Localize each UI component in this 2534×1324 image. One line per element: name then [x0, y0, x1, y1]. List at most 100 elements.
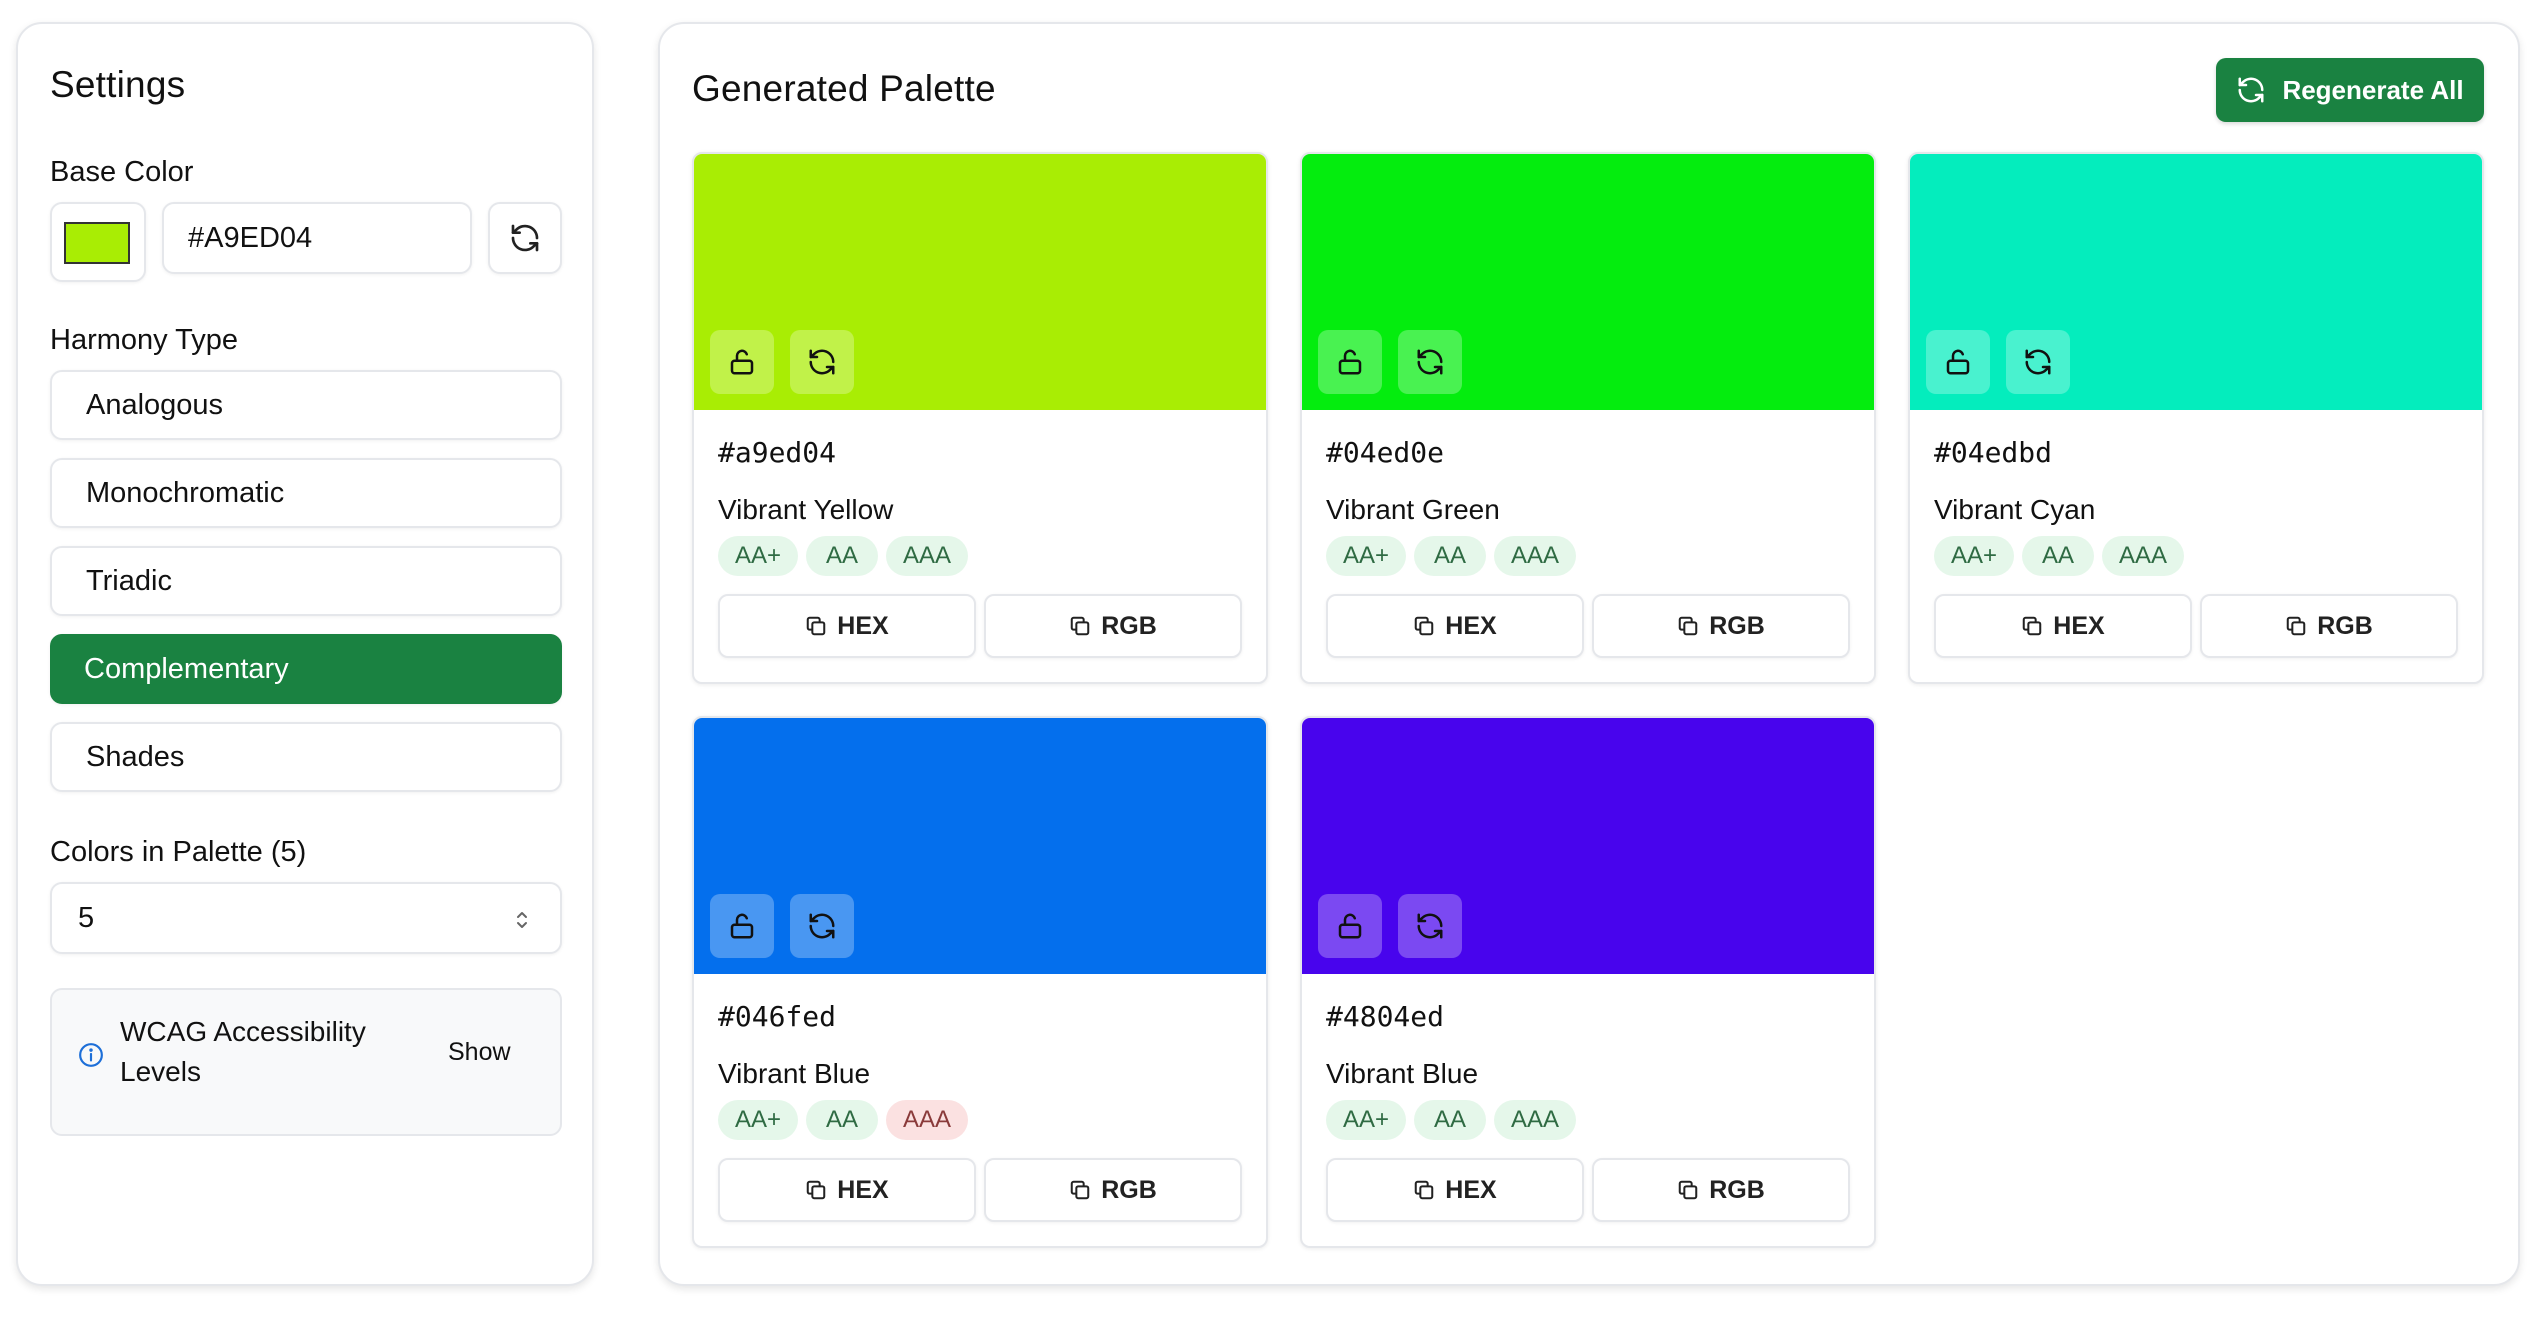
wcag-show-toggle[interactable]: Show	[448, 1038, 511, 1067]
copy-hex-label: HEX	[837, 611, 889, 640]
harmony-option-complementary[interactable]: Complementary	[50, 634, 562, 704]
copy-rgb-label: RGB	[1101, 1175, 1157, 1204]
lock-color-button[interactable]	[1926, 330, 1990, 394]
refresh-icon	[1417, 349, 1443, 375]
harmony-option-monochromatic[interactable]: Monochromatic	[50, 458, 562, 528]
wcag-badge: AA	[1414, 1100, 1486, 1140]
harmony-type-label: Harmony Type	[50, 324, 239, 356]
palette-card: #046fed Vibrant Blue AA+ AA AAA HEX RGB	[692, 716, 1268, 1248]
swatch-color	[64, 222, 130, 264]
base-color-swatch[interactable]	[50, 202, 146, 282]
lock-color-button[interactable]	[710, 330, 774, 394]
refresh-icon	[809, 349, 835, 375]
harmony-option-label: Analogous	[86, 388, 224, 421]
wcag-badge: AA	[1414, 536, 1486, 576]
copy-icon	[807, 616, 826, 636]
copy-hex-button[interactable]: HEX	[1326, 1158, 1584, 1222]
copy-hex-button[interactable]: HEX	[718, 1158, 976, 1222]
regenerate-color-button[interactable]	[1398, 894, 1462, 958]
copy-icon	[1678, 616, 1698, 636]
palette-card: #a9ed04 Vibrant Yellow AA+ AA AAA HEX RG…	[692, 152, 1268, 684]
harmony-option-shades[interactable]: Shades	[50, 722, 562, 792]
wcag-badge: AA+	[1326, 536, 1406, 576]
copy-icon	[1070, 1180, 1090, 1200]
regenerate-color-button[interactable]	[2006, 330, 2070, 394]
color-swatch[interactable]	[694, 718, 1266, 974]
color-swatch[interactable]	[694, 154, 1266, 410]
regenerate-all-label: Regenerate All	[2282, 74, 2464, 105]
wcag-badge: AA+	[718, 536, 798, 576]
unlock-icon	[1338, 349, 1362, 375]
harmony-option-label: Shades	[86, 740, 185, 773]
copy-icon	[2286, 616, 2306, 636]
color-name: Vibrant Blue	[718, 1058, 871, 1089]
unlock-icon	[730, 349, 754, 375]
palette-count-label: Colors in Palette (5)	[50, 836, 307, 868]
harmony-option-label: Monochromatic	[86, 476, 285, 509]
copy-icon	[1678, 1180, 1698, 1200]
color-hex-code: #a9ed04	[718, 436, 837, 469]
palette-card: #04ed0e Vibrant Green AA+ AA AAA HEX RGB	[1300, 152, 1876, 684]
harmony-option-triadic[interactable]: Triadic	[50, 546, 562, 616]
wcag-badge: AA+	[1934, 536, 2014, 576]
wcag-badge: AAA	[1494, 536, 1576, 576]
refresh-icon	[511, 224, 539, 252]
wcag-badge: AA	[806, 536, 878, 576]
wcag-badge: AA+	[1326, 1100, 1406, 1140]
lock-color-button[interactable]	[1318, 330, 1382, 394]
lock-color-button[interactable]	[710, 894, 774, 958]
color-hex-code: #04edbd	[1934, 436, 2053, 469]
copy-hex-label: HEX	[1445, 1175, 1497, 1204]
copy-icon	[2023, 616, 2042, 636]
base-color-hex-value: #A9ED04	[188, 221, 313, 254]
wcag-accessibility-section: WCAG Accessibility Levels Show	[50, 988, 562, 1136]
refresh-icon	[809, 913, 835, 939]
copy-rgb-button[interactable]: RGB	[984, 1158, 1242, 1222]
palette-card: #04edbd Vibrant Cyan AA+ AA AAA HEX RGB	[1908, 152, 2484, 684]
color-name: Vibrant Cyan	[1934, 494, 2096, 525]
copy-rgb-button[interactable]: RGB	[1592, 594, 1850, 658]
color-swatch[interactable]	[1910, 154, 2482, 410]
refresh-icon	[1417, 913, 1443, 939]
color-swatch[interactable]	[1302, 154, 1874, 410]
copy-hex-button[interactable]: HEX	[1934, 594, 2192, 658]
palette-card: #4804ed Vibrant Blue AA+ AA AAA HEX RGB	[1300, 716, 1876, 1248]
copy-icon	[1415, 616, 1434, 636]
wcag-label: WCAG Accessibility Levels	[120, 1016, 366, 1087]
copy-rgb-button[interactable]: RGB	[984, 594, 1242, 658]
color-hex-code: #4804ed	[1326, 1000, 1445, 1033]
chevron-updown-icon	[517, 912, 527, 928]
copy-hex-label: HEX	[2053, 611, 2105, 640]
base-color-hex-input[interactable]: #A9ED04	[162, 202, 472, 274]
palette-count-select[interactable]: 5	[50, 882, 562, 954]
regenerate-color-button[interactable]	[790, 894, 854, 958]
regenerate-color-button[interactable]	[1398, 330, 1462, 394]
copy-icon	[1070, 616, 1090, 636]
base-color-label: Base Color	[50, 156, 194, 188]
refresh-icon	[2238, 77, 2264, 103]
randomize-base-color-button[interactable]	[488, 202, 562, 274]
settings-panel: Settings Base Color #A9ED04 Harmony Type…	[16, 22, 594, 1286]
lock-color-button[interactable]	[1318, 894, 1382, 958]
wcag-badge: AAA	[2102, 536, 2184, 576]
color-swatch[interactable]	[1302, 718, 1874, 974]
color-hex-code: #04ed0e	[1326, 436, 1445, 469]
color-name: Vibrant Blue	[1326, 1058, 1479, 1089]
palette-panel: Generated Palette Regenerate All #a9ed04…	[658, 22, 2520, 1286]
regenerate-color-button[interactable]	[790, 330, 854, 394]
copy-rgb-button[interactable]: RGB	[1592, 1158, 1850, 1222]
copy-rgb-button[interactable]: RGB	[2200, 594, 2458, 658]
info-icon	[79, 1043, 103, 1067]
regenerate-all-button[interactable]: Regenerate All	[2216, 58, 2484, 122]
copy-icon	[1415, 1180, 1434, 1200]
harmony-option-analogous[interactable]: Analogous	[50, 370, 562, 440]
wcag-badge: AA	[806, 1100, 878, 1140]
copy-hex-button[interactable]: HEX	[1326, 594, 1584, 658]
color-hex-code: #046fed	[718, 1000, 837, 1033]
wcag-badge: AAA	[886, 536, 968, 576]
copy-hex-button[interactable]: HEX	[718, 594, 976, 658]
copy-hex-label: HEX	[837, 1175, 889, 1204]
color-name: Vibrant Yellow	[718, 494, 894, 525]
settings-title: Settings	[50, 64, 186, 105]
copy-rgb-label: RGB	[2317, 611, 2373, 640]
